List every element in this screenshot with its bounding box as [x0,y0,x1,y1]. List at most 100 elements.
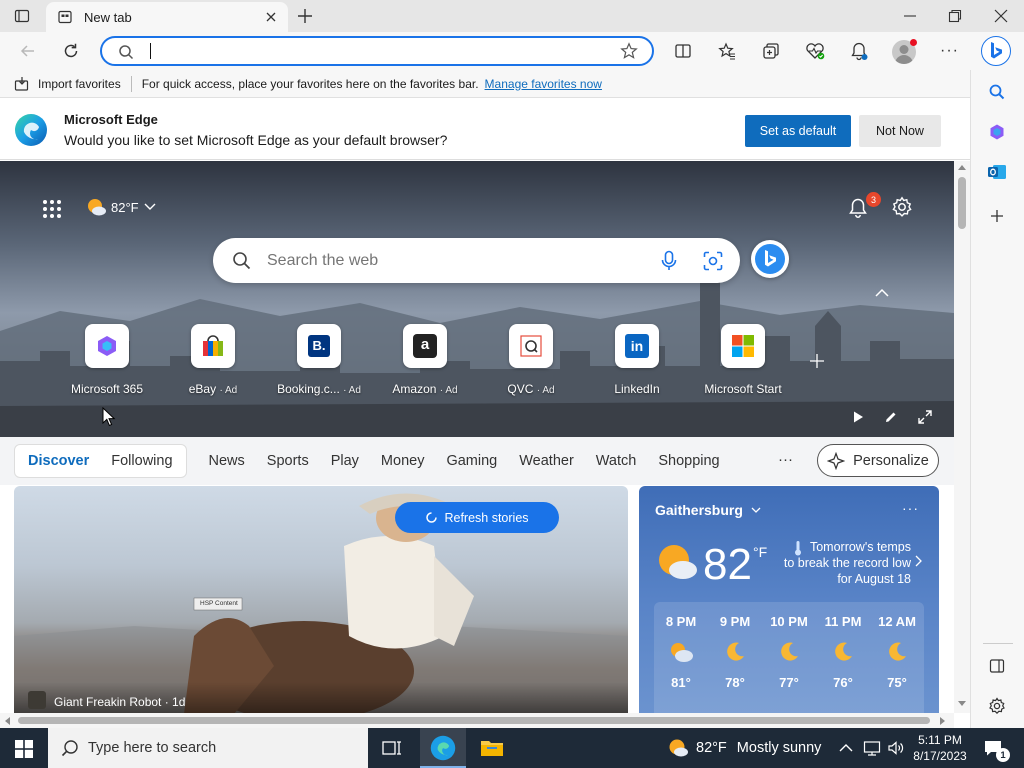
windows-start-icon[interactable] [15,740,33,758]
taskbar-clock[interactable]: 5:11 PM 8/17/2023 [910,732,970,764]
vertical-scrollbar[interactable] [954,161,970,713]
page-settings-gear-icon[interactable] [891,196,913,218]
tab-money[interactable]: Money [381,453,425,469]
windows-taskbar: Type here to search 82°F Mostly sunny 5:… [0,728,1024,768]
weather-location[interactable]: Gaithersburg [655,502,761,518]
taskbar-edge-button[interactable] [420,728,466,768]
weather-alert[interactable]: Tomorrow's temps to break the record low… [779,539,911,587]
temp-unit: °F [753,544,768,560]
new-tab-button[interactable] [296,7,314,25]
set-as-default-button[interactable]: Set as default [745,115,851,147]
tab-following[interactable]: Following [111,453,172,469]
quick-links: Microsoft 365 eBay · Ad B. Booking.c... … [62,324,826,396]
hour-forecast[interactable]: 12 AM 75° [871,614,923,690]
web-search-box[interactable] [213,238,740,283]
address-bar[interactable] [100,36,654,66]
tab-new-tab[interactable]: New tab [46,2,288,32]
sidebar-outlook-icon[interactable] [987,163,1007,181]
scroll-down-arrow-icon[interactable] [958,701,966,707]
volume-icon[interactable] [887,739,905,757]
sidebar-office-icon[interactable] [988,123,1006,141]
hour-forecast[interactable]: 11 PM 76° [817,614,869,690]
sidebar-search-icon[interactable] [988,83,1006,101]
weather-widget[interactable]: 82°F [86,197,156,217]
tab-discover[interactable]: Discover [28,453,89,469]
scroll-up-arrow-icon[interactable] [958,164,966,170]
tab-watch[interactable]: Watch [596,453,637,469]
refresh-icon[interactable] [62,42,80,60]
sidebar-settings-icon[interactable] [988,697,1006,715]
manage-favorites-link[interactable]: Manage favorites now [485,77,602,91]
scroll-left-arrow-icon[interactable] [4,717,10,725]
hour-forecast[interactable]: 8 PM 81° [655,614,707,690]
hour-time: 11 PM [824,614,862,629]
quick-link-qvc[interactable]: QVC · Ad [486,324,576,396]
task-view-icon[interactable] [382,739,402,757]
vertical-scroll-thumb[interactable] [958,177,966,229]
add-quick-link-icon[interactable] [808,352,826,370]
hide-sidebar-icon[interactable] [989,658,1005,674]
collections-icon[interactable] [758,38,784,64]
weather-card[interactable]: Gaithersburg ··· 82 °F Tomorrow's temps … [639,486,939,714]
quick-link-ebay[interactable]: eBay · Ad [168,324,258,396]
quick-link-microsoft-start[interactable]: Microsoft Start [698,324,788,396]
notifications-bell-icon[interactable] [846,38,872,64]
favorite-star-icon[interactable] [620,42,638,60]
tab-news[interactable]: News [209,453,245,469]
tab-actions-icon[interactable] [14,8,30,24]
restore-button[interactable] [947,8,963,24]
minimize-button[interactable] [902,8,918,24]
tab-play[interactable]: Play [331,453,359,469]
hourly-forecast: 8 PM 81° 9 PM 78° 10 PM 77° 11 PM 76° 12… [654,602,924,714]
quick-link-amazon[interactable]: a Amazon · Ad [380,324,470,396]
scroll-right-arrow-icon[interactable] [940,717,946,725]
chevron-right-icon[interactable] [915,555,923,567]
microphone-icon[interactable] [660,250,678,272]
qvc-logo-icon [509,324,553,368]
play-video-icon[interactable] [851,410,865,424]
web-search-input[interactable] [267,251,627,271]
prompt-title: Microsoft Edge [64,112,158,127]
split-screen-icon[interactable] [670,38,696,64]
close-window-button[interactable] [993,8,1009,24]
expand-icon[interactable] [918,410,932,424]
taskbar-weather[interactable]: 82°F Mostly sunny [668,738,821,758]
refresh-stories-button[interactable]: Refresh stories [395,502,559,533]
show-hidden-icons-chevron[interactable] [839,743,853,753]
sidebar-divider [983,643,1013,644]
tab-shopping[interactable]: Shopping [658,453,719,469]
apps-launcher-icon[interactable] [42,199,62,219]
settings-more-icon[interactable]: ··· [940,42,959,60]
close-tab-icon[interactable] [264,10,278,24]
bing-copilot-button[interactable] [981,36,1011,66]
hour-forecast[interactable]: 10 PM 77° [763,614,815,690]
tab-weather[interactable]: Weather [519,453,574,469]
collapse-chevron-icon[interactable] [875,288,889,298]
bing-chat-button[interactable] [751,240,789,278]
more-categories-icon[interactable]: ··· [778,451,793,468]
profile-badge [910,39,917,46]
network-icon[interactable] [863,739,881,757]
sidebar-add-icon[interactable] [988,207,1006,225]
quick-link-microsoft-365[interactable]: Microsoft 365 [62,324,152,396]
personalize-button[interactable]: Personalize [817,444,939,477]
news-card[interactable]: Refresh stories Giant Freakin Robot · 1d [14,486,628,714]
browser-essentials-icon[interactable] [802,38,828,64]
file-explorer-icon[interactable] [480,738,504,758]
not-now-button[interactable]: Not Now [859,115,941,147]
horizontal-scrollbar[interactable] [0,713,954,728]
favorites-icon[interactable] [714,38,740,64]
quick-link-linkedin[interactable]: in LinkedIn [592,324,682,396]
horizontal-scroll-thumb[interactable] [18,717,930,724]
edit-background-icon[interactable] [884,410,898,424]
visual-search-icon[interactable] [703,251,723,271]
import-favorites-button[interactable]: Import favorites [14,76,121,92]
back-arrow-icon[interactable] [19,42,37,60]
weather-more-icon[interactable]: ··· [902,500,919,516]
tab-gaming[interactable]: Gaming [446,453,497,469]
tab-sports[interactable]: Sports [267,453,309,469]
taskbar-search-box[interactable]: Type here to search [48,728,368,768]
hour-forecast[interactable]: 9 PM 78° [709,614,761,690]
quick-link-booking[interactable]: B. Booking.c... · Ad [274,324,364,396]
address-input[interactable] [146,42,586,60]
